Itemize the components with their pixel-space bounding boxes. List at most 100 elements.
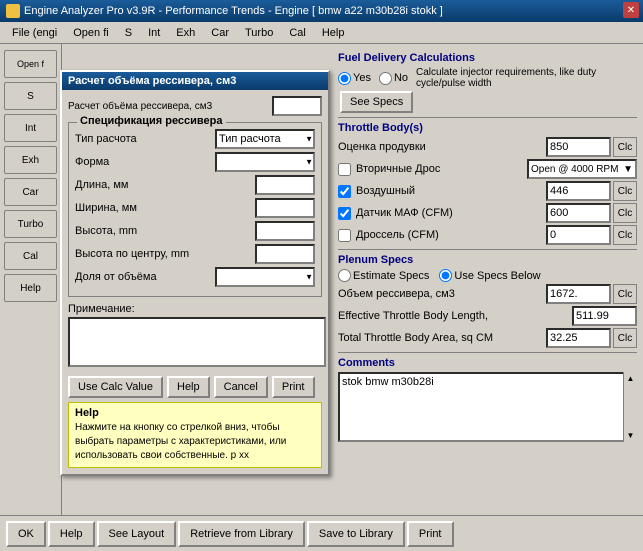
volume-share-select[interactable]: [215, 267, 315, 287]
popup-help-button[interactable]: Help: [167, 376, 210, 398]
maf-input[interactable]: [546, 203, 611, 223]
throttle-body-section: Throttle Body(s) Оценка продувки Clc Вто…: [338, 122, 637, 245]
sidebar-btn-exh[interactable]: Exh: [4, 146, 57, 174]
volume-share-label: Доля от объёма: [75, 271, 215, 283]
use-calc-value-button[interactable]: Use Calc Value: [68, 376, 163, 398]
height-label: Высота, mm: [75, 225, 255, 237]
width-label: Ширина, мм: [75, 202, 255, 214]
type-label: Тип расчота: [75, 133, 215, 145]
throttle-checkbox[interactable]: [338, 229, 351, 242]
maf-checkbox[interactable]: [338, 207, 351, 220]
scroll-up-icon[interactable]: ▲: [627, 374, 635, 383]
scrollbar[interactable]: ▲ ▼: [623, 372, 637, 442]
plenum-header: Plenum Specs: [338, 254, 637, 266]
menu-cal[interactable]: Cal: [281, 25, 314, 41]
menu-turbo[interactable]: Turbo: [237, 25, 281, 41]
ok-button[interactable]: OK: [6, 521, 46, 547]
width-row: Ширина, мм: [75, 198, 315, 218]
secondary-row: Вторичные Дрос Open @ 4000 RPM ▼: [338, 159, 637, 179]
center-height-label: Высота по центру, mm: [75, 248, 255, 260]
title-bar: Engine Analyzer Pro v3.9R - Performance …: [0, 0, 643, 22]
sidebar-btn-cal[interactable]: Cal: [4, 242, 57, 270]
menu-file[interactable]: File (engi: [4, 25, 65, 41]
fuel-radio-group: Yes No: [338, 72, 408, 85]
fuel-delivery-section: Fuel Delivery Calculations Yes No Calcul…: [338, 52, 637, 113]
radio-yes-label[interactable]: Yes: [338, 72, 371, 85]
scroll-down-icon[interactable]: ▼: [627, 431, 635, 440]
maf-clc-button[interactable]: Clc: [613, 203, 637, 223]
height-input[interactable]: [255, 221, 315, 241]
secondary-dropdown-text: Open @ 4000 RPM: [531, 164, 618, 175]
air-checkbox[interactable]: [338, 185, 351, 198]
sidebar-btn-car[interactable]: Car: [4, 178, 57, 206]
top-calc-label: Расчет объёма рессивера, см3: [68, 101, 272, 112]
sidebar-btn-openf[interactable]: Open f: [4, 50, 57, 78]
save-to-library-button[interactable]: Save to Library: [307, 521, 405, 547]
center-height-input[interactable]: [255, 244, 315, 264]
oценка-input[interactable]: [546, 137, 611, 157]
help-button[interactable]: Help: [48, 521, 95, 547]
throttle-area-clc-button[interactable]: Clc: [613, 328, 637, 348]
bottom-bar: OK Help See Layout Retrieve from Library…: [0, 515, 643, 551]
close-button[interactable]: ✕: [623, 2, 639, 18]
popup-print-button[interactable]: Print: [272, 376, 315, 398]
top-calc-input[interactable]: [272, 96, 322, 116]
plenum-radio-row: Estimate Specs Use Specs Below: [338, 269, 637, 282]
print-button[interactable]: Print: [407, 521, 454, 547]
type-select[interactable]: Тип расчота: [215, 129, 315, 149]
radio-no-label[interactable]: No: [379, 72, 408, 85]
air-input[interactable]: [546, 181, 611, 201]
estimate-specs-radio[interactable]: [338, 269, 351, 282]
estimate-specs-text: Estimate Specs: [353, 270, 429, 282]
use-specs-radio[interactable]: [439, 269, 452, 282]
air-clc-button[interactable]: Clc: [613, 181, 637, 201]
length-input[interactable]: [255, 175, 315, 195]
volume-share-select-wrapper: ▼: [215, 267, 315, 287]
left-sidebar: Open f S Int Exh Car Turbo Cal Help: [0, 44, 62, 551]
volume-input[interactable]: [546, 284, 611, 304]
menu-int[interactable]: Int: [140, 25, 168, 41]
comments-textarea[interactable]: stok bmw m30b28i: [338, 372, 637, 442]
throttle-area-input[interactable]: [546, 328, 611, 348]
type-row: Тип расчота Тип расчота ▼: [75, 129, 315, 149]
throttle-input[interactable]: [546, 225, 611, 245]
radio-yes[interactable]: [338, 72, 351, 85]
menu-car[interactable]: Car: [203, 25, 237, 41]
secondary-checkbox[interactable]: [338, 163, 351, 176]
sidebar-btn-s[interactable]: S: [4, 82, 57, 110]
retrieve-from-library-button[interactable]: Retrieve from Library: [178, 521, 305, 547]
menu-help[interactable]: Help: [314, 25, 353, 41]
estimate-specs-label[interactable]: Estimate Specs: [338, 269, 429, 282]
see-layout-button[interactable]: See Layout: [97, 521, 177, 547]
divider-2: [338, 249, 637, 250]
note-textarea[interactable]: [68, 317, 326, 367]
menu-exh[interactable]: Exh: [168, 25, 203, 41]
help-box-title: Help: [75, 407, 315, 419]
menu-s[interactable]: S: [117, 25, 140, 41]
cancel-button[interactable]: Cancel: [214, 376, 268, 398]
help-box-text: Нажмите на кнопку со стрелкой вниз, чтоб…: [75, 421, 315, 463]
sidebar-btn-turbo[interactable]: Turbo: [4, 210, 57, 238]
throttle-area-row: Total Throttle Body Area, sq CM Clc: [338, 328, 637, 348]
shape-select[interactable]: [215, 152, 315, 172]
maf-row: Датчик МАФ (CFM) Clc: [338, 203, 637, 223]
volume-clc-button[interactable]: Clc: [613, 284, 637, 304]
menu-open[interactable]: Open fi: [65, 25, 116, 41]
sidebar-btn-help[interactable]: Help: [4, 274, 57, 302]
comments-section: Comments stok bmw m30b28i ▲ ▼: [338, 357, 637, 445]
type-select-wrapper: Тип расчота ▼: [215, 129, 315, 149]
use-specs-label[interactable]: Use Specs Below: [439, 269, 540, 282]
center-height-row: Высота по центру, mm: [75, 244, 315, 264]
see-specs-button[interactable]: See Specs: [340, 91, 413, 113]
width-input[interactable]: [255, 198, 315, 218]
oценка-clc-button[interactable]: Clc: [613, 137, 637, 157]
secondary-dropdown[interactable]: Open @ 4000 RPM ▼: [527, 159, 637, 179]
throttle-clc-button[interactable]: Clc: [613, 225, 637, 245]
volume-share-row: Доля от объёма ▼: [75, 267, 315, 287]
radio-no[interactable]: [379, 72, 392, 85]
secondary-label: Вторичные Дрос: [356, 163, 525, 175]
throttle-length-input[interactable]: [572, 306, 637, 326]
fuel-delivery-header: Fuel Delivery Calculations: [338, 52, 637, 64]
shape-label: Форма: [75, 156, 215, 168]
sidebar-btn-int[interactable]: Int: [4, 114, 57, 142]
